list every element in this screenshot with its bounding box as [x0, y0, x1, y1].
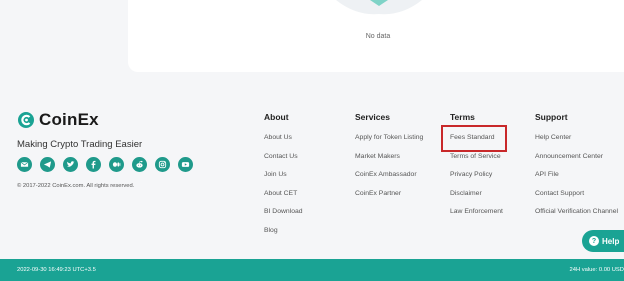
status-timestamp: 2022-09-30 16:49:23 UTC+3.5 — [17, 267, 96, 273]
twitter-icon[interactable] — [63, 157, 78, 172]
instagram-icon[interactable] — [155, 157, 170, 172]
footer-link-disclaimer[interactable]: Disclaimer — [450, 189, 503, 208]
footer-column-services: Services Apply for Token Listing Market … — [355, 112, 423, 207]
column-title-about: About — [264, 112, 289, 122]
footer-link-api-file[interactable]: API File — [535, 170, 618, 189]
column-title-support: Support — [535, 112, 568, 122]
coinex-logo-icon — [18, 112, 34, 128]
footer-link-verification-channel[interactable]: Official Verification Channel — [535, 207, 618, 226]
no-data-text: No data — [365, 33, 391, 40]
brand-tagline: Making Crypto Trading Easier — [17, 139, 143, 150]
footer-link-law-enforcement[interactable]: Law Enforcement — [450, 207, 503, 226]
footer-link-bi-download[interactable]: BI Download — [264, 207, 303, 226]
footer-link-partner[interactable]: CoinEx Partner — [355, 189, 423, 208]
footer-column-about: About About Us Contact Us Join Us About … — [264, 112, 303, 244]
footer-link-announcement-center[interactable]: Announcement Center — [535, 152, 618, 171]
brand-name: CoinEx — [39, 110, 99, 129]
medium-icon[interactable] — [109, 157, 124, 172]
facebook-icon[interactable] — [86, 157, 101, 172]
email-icon[interactable] — [17, 157, 32, 172]
footer-link-join-us[interactable]: Join Us — [264, 170, 303, 189]
footer-link-about-us[interactable]: About Us — [264, 133, 303, 152]
empty-state-illustration — [336, 0, 422, 15]
brand-logo[interactable]: CoinEx — [17, 110, 99, 130]
status-24h-value: 24H value: 0.00 USD — [569, 267, 624, 273]
footer-link-contact-support[interactable]: Contact Support — [535, 189, 618, 208]
social-links — [17, 157, 193, 172]
footer-link-help-center[interactable]: Help Center — [535, 133, 618, 152]
youtube-icon[interactable] — [178, 157, 193, 172]
footer-column-support: Support Help Center Announcement Center … — [535, 112, 618, 226]
footer-link-terms-of-service[interactable]: Terms of Service — [450, 152, 503, 171]
footer-link-blog[interactable]: Blog — [264, 226, 303, 245]
footer-link-contact-us[interactable]: Contact Us — [264, 152, 303, 171]
column-title-services: Services — [355, 112, 390, 122]
footer-link-about-cet[interactable]: About CET — [264, 189, 303, 208]
column-title-terms: Terms — [450, 112, 475, 122]
reddit-icon[interactable] — [132, 157, 147, 172]
footer-link-ambassador[interactable]: CoinEx Ambassador — [355, 170, 423, 189]
status-bar: 2022-09-30 16:49:23 UTC+3.5 24H value: 0… — [0, 259, 624, 281]
highlight-annotation-box — [441, 125, 507, 152]
question-icon: ? — [589, 236, 599, 246]
footer-link-market-makers[interactable]: Market Makers — [355, 152, 423, 171]
copyright-text: © 2017-2022 CoinEx.com. All rights reser… — [17, 183, 135, 189]
help-button[interactable]: ? Help — [582, 230, 624, 252]
footer-link-token-listing[interactable]: Apply for Token Listing — [355, 133, 423, 152]
help-label: Help — [602, 236, 620, 246]
telegram-icon[interactable] — [40, 157, 55, 172]
footer-link-privacy-policy[interactable]: Privacy Policy — [450, 170, 503, 189]
